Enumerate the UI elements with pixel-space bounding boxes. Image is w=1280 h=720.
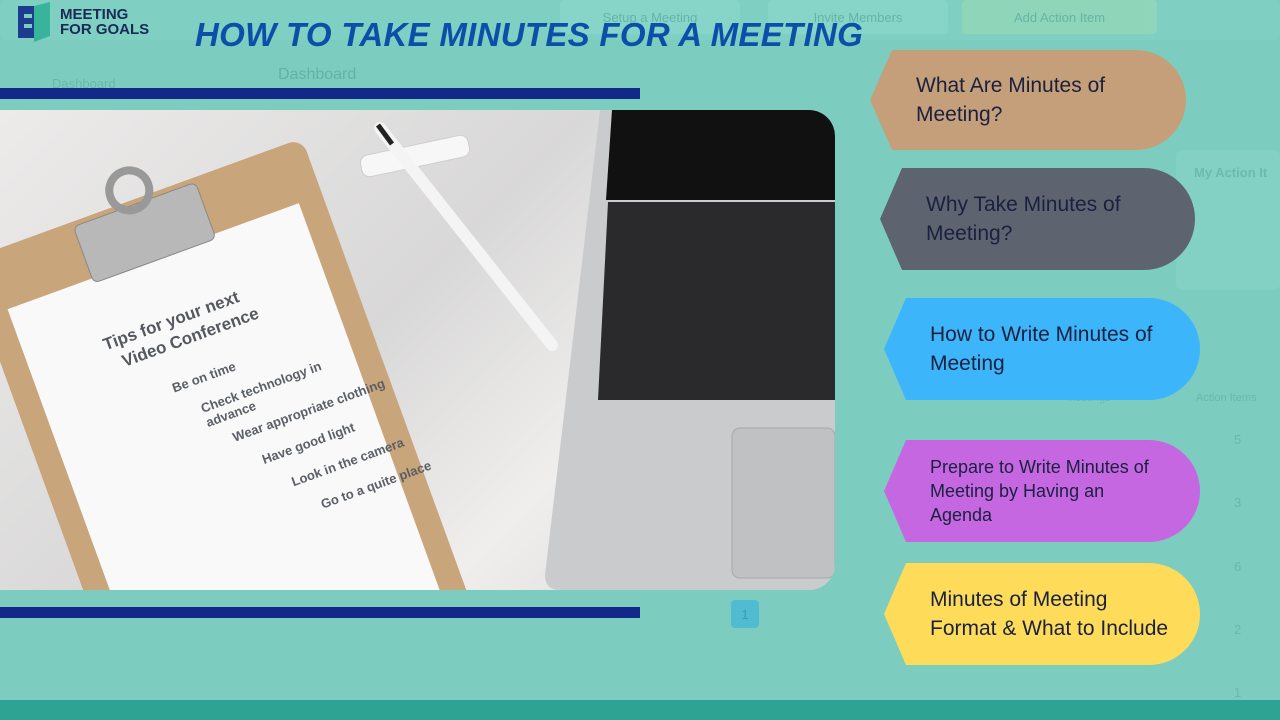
hero-photo: Tips for your next Video Conference Be o… [0,110,835,590]
bg-count: 1 [1234,685,1242,700]
bg-count: 5 [1234,432,1242,447]
logo-line1: MEETING [60,6,129,23]
topic-pill[interactable]: What Are Minutes of Meeting? [870,50,1186,150]
bg-page-number: 1 [731,600,759,628]
bg-page-heading: Dashboard [278,66,357,83]
topic-pill[interactable]: Prepare to Write Minutes of Meeting by H… [884,440,1200,542]
topic-pill[interactable]: Why Take Minutes of Meeting? [880,168,1195,270]
logo-book-icon [18,2,50,42]
page-title: HOW TO TAKE MINUTES FOR A MEETING [195,16,864,53]
topic-label: How to Write Minutes of Meeting [930,323,1153,375]
bottom-strip [0,700,1280,720]
topic-label: Minutes of Meeting Format & What to Incl… [930,588,1169,640]
topic-pill[interactable]: Minutes of Meeting Format & What to Incl… [884,563,1200,665]
topic-pill[interactable]: How to Write Minutes of Meeting [884,298,1200,400]
divider-bar-top [0,88,640,99]
bg-count: 6 [1234,559,1242,574]
divider-bar-bottom [0,607,640,618]
logo: MEETING FOR GOALS [16,2,149,42]
logo-line2: FOR GOALS [60,21,150,38]
bg-panel-title: My Action It [1194,165,1268,180]
bg-add-action-item-button: Add Action Item [962,0,1157,34]
bg-column-action-items: Action Items [1196,392,1257,404]
topic-label: Why Take Minutes of Meeting? [926,193,1121,245]
bg-count: 3 [1234,495,1242,510]
topic-label: What Are Minutes of Meeting? [916,74,1106,126]
bg-count: 2 [1234,622,1242,637]
topic-label: Prepare to Write Minutes of Meeting by H… [930,457,1149,525]
laptop [545,110,835,590]
